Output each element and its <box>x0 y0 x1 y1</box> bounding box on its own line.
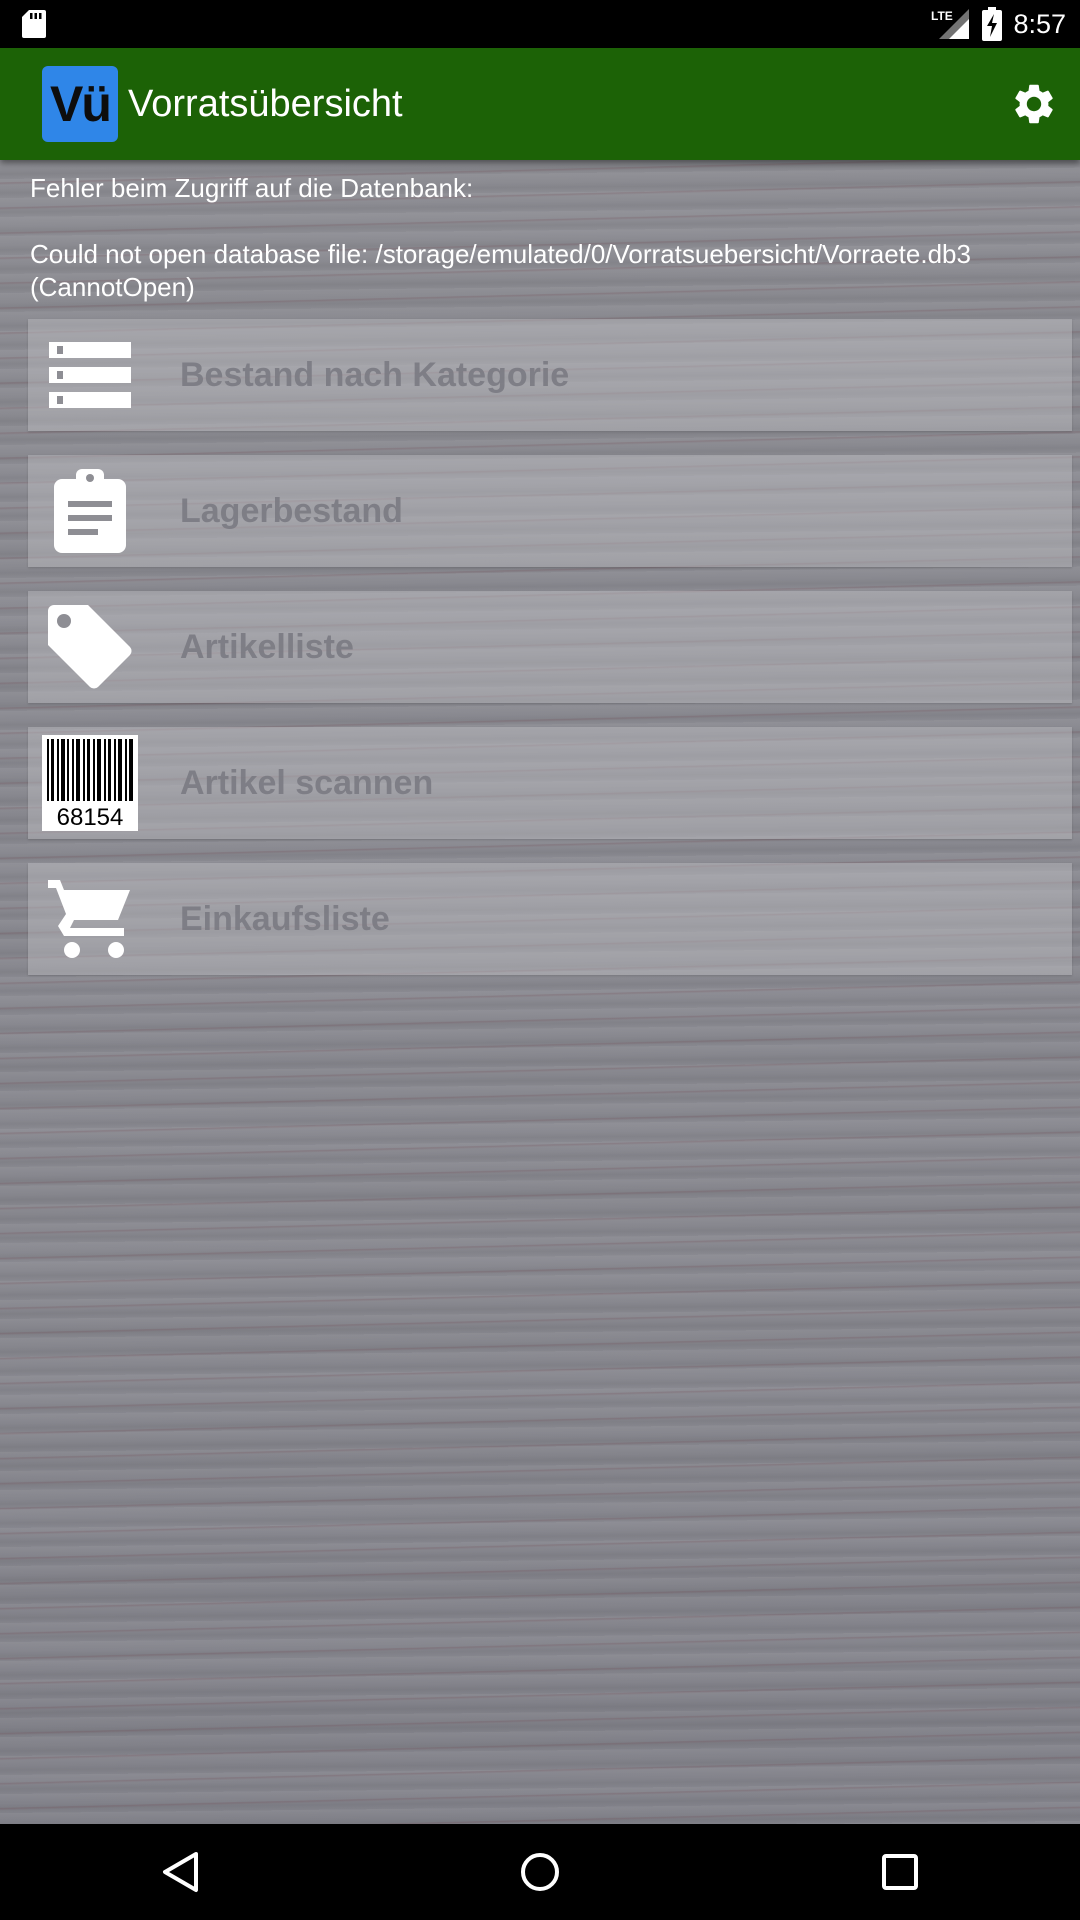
sd-card-icon <box>22 10 46 38</box>
back-icon[interactable] <box>150 1842 210 1902</box>
menu-item-label: Artikel scannen <box>180 764 434 802</box>
clipboard-icon <box>42 463 138 559</box>
lte-signal-icon: LTE <box>931 9 970 39</box>
app-bar: Vü Vorratsübersicht <box>0 48 1080 160</box>
main-menu: Bestand nach Kategorie Lagerbestand Arti… <box>28 319 1072 999</box>
app-logo: Vü <box>42 66 118 142</box>
error-detail: Could not open database file: /storage/e… <box>30 239 971 302</box>
gear-icon[interactable] <box>1010 80 1058 128</box>
category-list-icon <box>42 327 138 423</box>
shopping-cart-icon <box>42 871 138 967</box>
error-heading: Fehler beim Zugriff auf die Datenbank: <box>30 173 474 203</box>
recents-icon[interactable] <box>870 1842 930 1902</box>
menu-item-label: Artikelliste <box>180 628 354 666</box>
menu-item-label: Lagerbestand <box>180 492 403 530</box>
menu-item-bestand-nach-kategorie[interactable]: Bestand nach Kategorie <box>28 319 1072 431</box>
menu-item-einkaufsliste[interactable]: Einkaufsliste <box>28 863 1072 975</box>
barcode-icon: 68154 <box>42 735 138 831</box>
svg-text:LTE: LTE <box>931 9 953 23</box>
menu-item-artikel-scannen[interactable]: 68154 Artikel scannen <box>28 727 1072 839</box>
home-icon[interactable] <box>510 1842 570 1902</box>
error-message: Fehler beim Zugriff auf die Datenbank: C… <box>30 172 1070 304</box>
svg-text:68154: 68154 <box>57 804 124 831</box>
navigation-bar <box>0 1824 1080 1920</box>
menu-item-label: Einkaufsliste <box>180 900 390 938</box>
menu-item-artikelliste[interactable]: Artikelliste <box>28 591 1072 703</box>
status-bar: LTE 8:57 <box>0 0 1080 48</box>
tag-icon <box>42 599 138 695</box>
menu-item-lagerbestand[interactable]: Lagerbestand <box>28 455 1072 567</box>
menu-item-label: Bestand nach Kategorie <box>180 356 570 394</box>
battery-charging-icon <box>982 7 1003 41</box>
clock: 8:57 <box>1013 8 1066 39</box>
app-title: Vorratsübersicht <box>128 83 403 125</box>
